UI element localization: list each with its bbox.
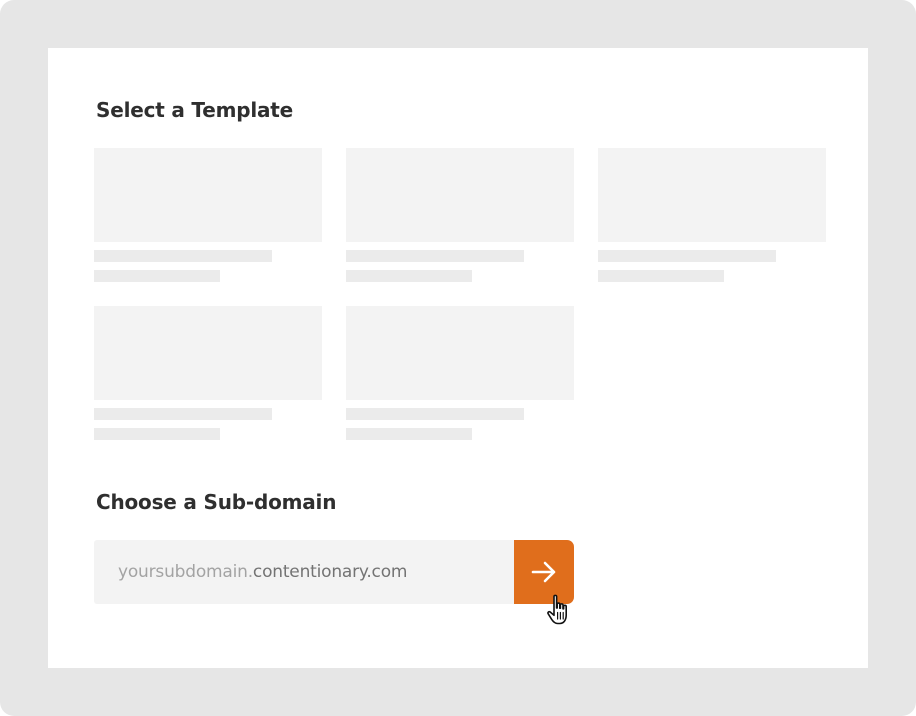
setup-panel: Select a Template Choose a Sub-domain yo…	[48, 48, 868, 668]
template-title-placeholder	[94, 408, 272, 420]
submit-subdomain-button[interactable]	[514, 540, 574, 604]
choose-subdomain-heading: Choose a Sub-domain	[96, 490, 337, 514]
template-card[interactable]	[94, 148, 322, 282]
template-card[interactable]	[598, 148, 826, 282]
template-thumbnail-placeholder	[94, 148, 322, 242]
template-thumbnail-placeholder	[598, 148, 826, 242]
template-subtitle-placeholder	[598, 270, 724, 282]
template-subtitle-placeholder	[346, 270, 472, 282]
select-template-heading: Select a Template	[96, 98, 294, 122]
subdomain-placeholder: yoursubdomain.	[118, 562, 253, 582]
template-subtitle-placeholder	[94, 270, 220, 282]
template-title-placeholder	[346, 250, 524, 262]
arrow-right-icon	[531, 561, 556, 583]
template-card[interactable]	[346, 148, 574, 282]
template-title-placeholder	[94, 250, 272, 262]
subdomain-input[interactable]: yoursubdomain. contentionary.com	[94, 540, 514, 604]
template-subtitle-placeholder	[346, 428, 472, 440]
outer-frame: Select a Template Choose a Sub-domain yo…	[0, 0, 916, 716]
template-card[interactable]	[346, 306, 574, 440]
template-thumbnail-placeholder	[346, 306, 574, 400]
template-thumbnail-placeholder	[346, 148, 574, 242]
template-card[interactable]	[94, 306, 322, 440]
domain-suffix: contentionary.com	[252, 562, 408, 582]
template-thumbnail-placeholder	[94, 306, 322, 400]
template-subtitle-placeholder	[94, 428, 220, 440]
template-title-placeholder	[346, 408, 524, 420]
template-title-placeholder	[598, 250, 776, 262]
